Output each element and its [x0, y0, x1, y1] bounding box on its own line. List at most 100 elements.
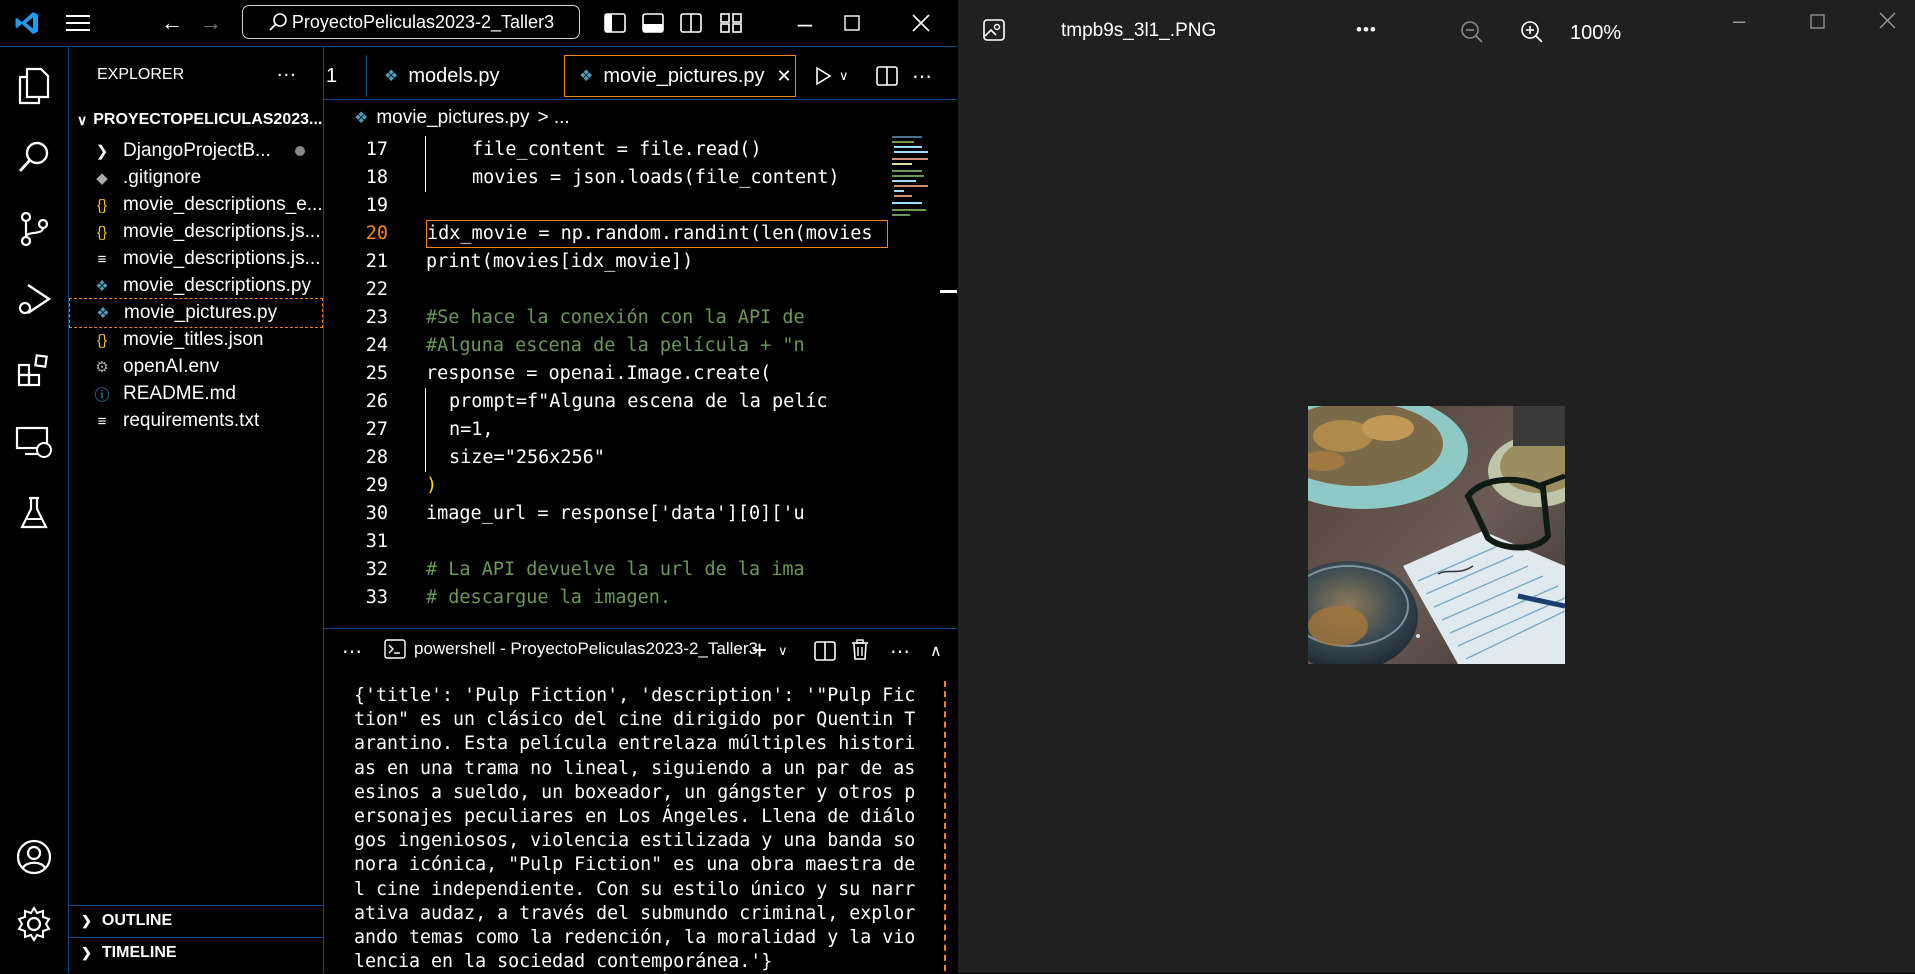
terminal-scrollbar[interactable] [944, 681, 950, 971]
chevron-down-icon: ∨ [77, 111, 88, 128]
zoom-level[interactable]: 100% [1570, 22, 1621, 45]
chevron-down-icon[interactable]: ∨ [778, 643, 788, 659]
python-icon: ❖ [96, 305, 110, 322]
text-file-icon: ≡ [97, 412, 107, 430]
json-icon: {} [96, 196, 108, 214]
zoom-in-icon[interactable] [1520, 20, 1544, 49]
line-number: 29 [365, 475, 388, 496]
minimize-icon[interactable]: – [1733, 8, 1745, 34]
run-python-file-icon[interactable]: ∨ [813, 55, 849, 97]
menu-icon[interactable] [63, 8, 93, 38]
code-text: file_content = file.read() [472, 139, 762, 160]
line-number: 17 [365, 139, 388, 160]
tree-item-text[interactable]: ≡ movie_descriptions.js... [69, 244, 323, 274]
code-text: print(movies[idx_movie]) [426, 251, 694, 272]
tree-item-requirements[interactable]: ≡ requirements.txt [69, 406, 323, 436]
tree-item-python[interactable]: ❖ movie_descriptions.py [69, 271, 323, 301]
extensions-icon[interactable] [12, 349, 56, 393]
remote-explorer-icon[interactable] [12, 420, 56, 464]
indent-guide [425, 136, 426, 192]
panel-more-icon[interactable]: ⋯ [342, 639, 362, 664]
explorer-icon[interactable] [12, 64, 56, 108]
toggle-panel-icon[interactable] [638, 8, 668, 38]
breadcrumb-file[interactable]: movie_pictures.py [376, 107, 529, 129]
tree-item-json[interactable]: {} movie_descriptions_e... [69, 190, 323, 220]
source-control-icon[interactable] [12, 207, 56, 251]
code-line: 17 file_content = file.read() [324, 136, 954, 164]
code-text: movies = json.loads(file_content) [472, 167, 840, 188]
split-editor-icon[interactable] [876, 55, 898, 97]
generated-movie-image[interactable] [1308, 406, 1565, 664]
zoom-out-icon[interactable] [1460, 20, 1484, 49]
tree-item-json[interactable]: {} movie_descriptions.js... [69, 217, 323, 247]
accounts-icon[interactable] [12, 835, 56, 879]
editor-more-icon[interactable]: ⋯ [912, 55, 932, 97]
vscode-window: ← → ProyectoPeliculas2023-2_Taller3 – EX… [0, 0, 957, 974]
line-number: 30 [365, 503, 388, 524]
code-text: # descargue la imagen. [426, 587, 672, 608]
outline-title: OUTLINE [101, 912, 173, 929]
terminal-tab[interactable]: powershell - ProyectoPeliculas2023-2_Tal… [384, 639, 758, 659]
code-line: 27 n=1, [324, 416, 954, 444]
tree-item-readme[interactable]: ⓘ README.md [69, 379, 323, 409]
tree-item-label: DjangoProjectB... [123, 140, 271, 161]
chevron-right-icon: ❯ [95, 143, 109, 160]
terminal-more-icon[interactable]: ⋯ [890, 639, 910, 664]
run-debug-icon[interactable] [12, 277, 56, 321]
forward-arrow-icon[interactable]: → [196, 8, 226, 38]
photos-more-button[interactable]: ••• [1356, 20, 1377, 40]
code-text: idx_movie = np.random.randint(len(movies [426, 220, 888, 248]
maximize-icon[interactable] [1810, 14, 1825, 34]
code-text: response = openai.Image.create( [426, 363, 772, 384]
minimap[interactable] [890, 134, 940, 222]
tree-item-djangoproject[interactable]: ❯ DjangoProjectB... [69, 136, 323, 166]
tree-item-label: requirements.txt [123, 410, 260, 431]
terminal-output[interactable]: {'title': 'Pulp Fiction', 'description':… [354, 684, 924, 974]
tree-item-selected[interactable]: ❖ movie_pictures.py [69, 298, 323, 328]
tree-item-env[interactable]: ⚙ openAI.env [69, 352, 323, 382]
scrollbar-marker[interactable] [940, 290, 957, 293]
line-number: 20 [365, 223, 388, 244]
close-icon[interactable] [906, 8, 936, 38]
tree-item-json[interactable]: {} movie_titles.json [69, 325, 323, 355]
tab-overflow[interactable]: 1 [326, 55, 367, 97]
outline-section[interactable]: ❯ OUTLINE [69, 905, 323, 936]
search-activity-icon[interactable] [12, 135, 56, 179]
tree-item-label: movie_descriptions.py [123, 275, 311, 296]
close-tab-icon[interactable]: ✕ [777, 66, 792, 87]
maximize-icon[interactable] [837, 8, 867, 38]
code-line: 19 [324, 192, 954, 220]
breadcrumb-rest[interactable]: > ... [537, 107, 569, 129]
folder-header[interactable]: ∨ PROYECTOPELICULAS2023... [69, 105, 323, 135]
tab-models[interactable]: ❖ models.py [384, 55, 554, 97]
line-number: 25 [365, 363, 388, 384]
chevron-down-icon[interactable]: ∨ [839, 68, 849, 84]
tree-item-label: movie_descriptions.js... [123, 221, 321, 242]
toggle-primary-sidebar-icon[interactable] [600, 8, 630, 38]
tree-item-gitignore[interactable]: ◆ .gitignore [69, 163, 323, 193]
testing-flask-icon[interactable] [12, 491, 56, 535]
code-editor[interactable]: 17 file_content = file.read() 18 movies = … [324, 136, 957, 626]
code-line: 26 prompt=f"Alguna escena de la película [324, 388, 954, 416]
code-line: 33 # descargue la imagen. [324, 584, 954, 612]
toggle-secondary-sidebar-icon[interactable] [676, 8, 706, 38]
command-center-search[interactable]: ProyectoPeliculas2023-2_Taller3 [242, 5, 580, 39]
maximize-panel-chevron-up-icon[interactable]: ∧ [930, 641, 942, 661]
tab-movie-pictures[interactable]: ❖ movie_pictures.py ✕ [564, 55, 796, 97]
code-text: image_url = response['data'][0]['url'] [426, 503, 806, 524]
settings-gear-icon[interactable] [12, 902, 56, 946]
timeline-section[interactable]: ❯ TIMELINE [69, 937, 323, 968]
back-arrow-icon[interactable]: ← [157, 8, 187, 38]
explorer-more-button[interactable]: ... [277, 59, 297, 82]
close-icon[interactable] [1879, 12, 1896, 34]
line-number: 26 [365, 391, 388, 412]
customize-layout-icon[interactable] [716, 8, 746, 38]
split-terminal-icon[interactable] [814, 641, 836, 666]
kill-terminal-trash-icon[interactable] [850, 639, 870, 666]
activity-bar [0, 47, 69, 973]
new-terminal-icon[interactable]: + [752, 635, 767, 666]
python-icon: ❖ [384, 68, 399, 85]
modified-dot-icon [295, 146, 305, 156]
minimize-icon[interactable]: – [790, 8, 820, 38]
folder-name: PROYECTOPELICULAS2023... [93, 111, 323, 128]
